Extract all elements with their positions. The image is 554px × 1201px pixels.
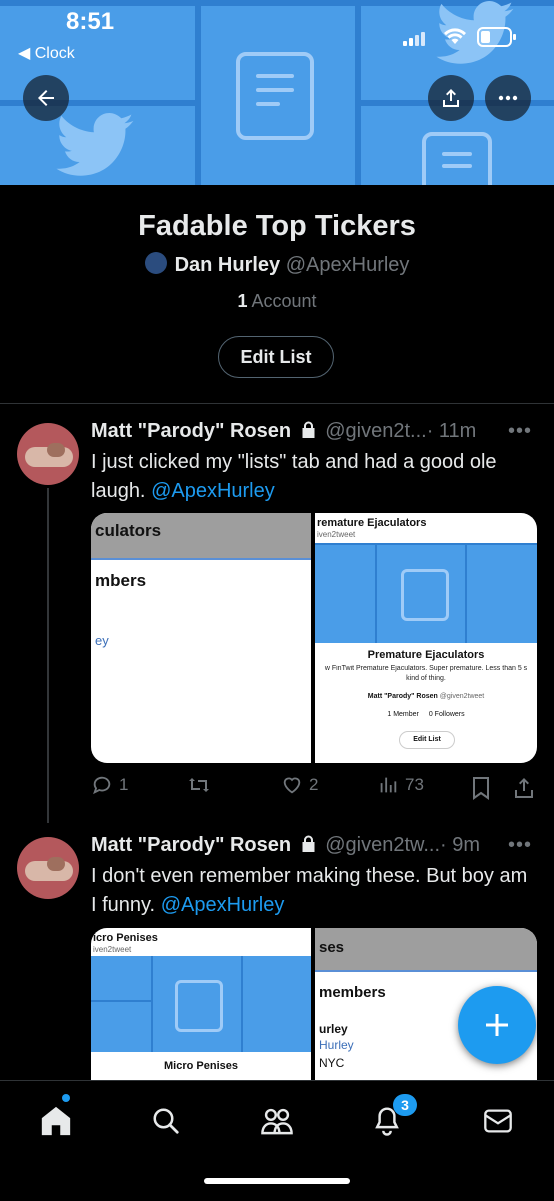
banner-doc-icon [236, 52, 314, 140]
tweet-header: Matt "Parody" Rosen @given2tw...· 9m [91, 834, 480, 857]
member-count[interactable]: 1 Account [0, 291, 554, 312]
back-to-app-link[interactable]: ◀ Clock [18, 43, 75, 63]
tweet-author-handle[interactable]: @given2t... [325, 420, 426, 442]
notifications-badge: 3 [393, 1094, 417, 1116]
divider [0, 403, 554, 404]
tweet-avatar[interactable] [17, 837, 79, 899]
views-button[interactable]: 73 [377, 774, 424, 796]
back-button[interactable] [23, 75, 69, 121]
media-right-desc: w FinTwit Premature Ejaculators. Super p… [324, 665, 528, 672]
banner-bird-icon-2 [56, 113, 134, 176]
owner-handle: @ApexHurley [285, 254, 410, 276]
tweet-mention[interactable]: @ApexHurley [161, 894, 285, 916]
battery-icon [477, 27, 516, 47]
like-count: 2 [309, 775, 319, 794]
repost-button[interactable] [187, 774, 217, 796]
media-right-list-name: Premature Ejaculators [367, 649, 485, 661]
member-count-label: Account [251, 291, 317, 311]
media2-left-header-sub: iven2tweet [93, 945, 132, 954]
media-left-sub: mbers [95, 571, 147, 590]
tweet-header: Matt "Parody" Rosen @given2t...· 11m [91, 420, 476, 443]
reply-button[interactable]: 1 [91, 774, 128, 796]
media2-left-header: icro Penises [93, 932, 158, 944]
home-indicator [204, 1178, 350, 1184]
media-right-members: 1 Member [387, 711, 419, 718]
share-icon [443, 89, 459, 107]
like-button[interactable]: 2 [281, 774, 318, 796]
media2-right-l2: Hurley [319, 1038, 354, 1052]
media-right-owner-handle: @given2tweet [439, 693, 485, 700]
tab-communities[interactable] [257, 1101, 297, 1141]
edit-list-button[interactable]: Edit List [218, 336, 334, 378]
compose-button[interactable] [458, 986, 536, 1064]
reply-icon [93, 776, 111, 795]
tab-messages[interactable] [478, 1101, 518, 1141]
views-count: 73 [405, 775, 424, 794]
media-image-right[interactable]: remature Ejaculators iven2tweet Prematur… [315, 513, 537, 763]
media-right-followers: 0 Followers [428, 711, 465, 718]
plus-icon [486, 1014, 508, 1036]
tweet-time[interactable]: · 9m [440, 834, 480, 856]
bookmark-icon[interactable] [471, 776, 491, 800]
home-icon [41, 1106, 71, 1136]
banner-doc-icon-small [422, 132, 492, 185]
signal-icon [403, 32, 425, 46]
media-right-desc2: kind of thing. [406, 675, 446, 682]
tweet-text: I just clicked my "lists" tab and had a … [91, 448, 531, 506]
search-icon [153, 1108, 179, 1134]
mail-icon [484, 1109, 512, 1133]
share-tweet-icon[interactable] [513, 776, 535, 800]
tweet-author-name[interactable]: Matt "Parody" Rosen [91, 834, 291, 856]
tweet-more-icon[interactable]: ••• [508, 834, 532, 857]
tweet-avatar[interactable] [17, 423, 79, 485]
list-owner[interactable]: Dan Hurley @ApexHurley [0, 252, 554, 277]
repost-icon [189, 778, 209, 792]
ellipsis-icon [498, 95, 518, 101]
tweet-more-icon[interactable]: ••• [508, 420, 532, 443]
media-right-header-sub: iven2tweet [317, 530, 356, 539]
arrow-left-icon [38, 90, 54, 106]
tweet-author-handle[interactable]: @given2tw... [325, 834, 440, 856]
tweet-text: I don't even remember making these. But … [91, 862, 531, 920]
wifi-icon [444, 28, 466, 44]
list-banner: 8:51 ◀ Clock [0, 0, 554, 185]
communities-icon [261, 1108, 293, 1135]
media2-right-sub: members [319, 984, 386, 1001]
tweet-time[interactable]: · 11m [427, 420, 477, 442]
media-image-left[interactable]: icro Penises iven2tweet Micro Penises [91, 928, 311, 1080]
media2-left-list-name: Micro Penises [164, 1060, 238, 1072]
more-options-button[interactable] [485, 75, 531, 121]
media-left-tail: ey [95, 633, 109, 648]
media2-right-header: ses [319, 939, 345, 956]
owner-avatar [144, 252, 167, 274]
media-right-edit-button: Edit List [399, 731, 455, 749]
tweet-author-name[interactable]: Matt "Parody" Rosen [91, 420, 291, 442]
home-new-dot [62, 1094, 70, 1102]
tweet-mention[interactable]: @ApexHurley [151, 480, 275, 502]
media-right-header: remature Ejaculators [317, 517, 427, 529]
member-count-number: 1 [237, 291, 248, 311]
media-image-left[interactable]: culators mbers ey [91, 513, 311, 763]
media2-right-l3: NYC [319, 1056, 345, 1070]
media-left-title: culators [95, 521, 162, 540]
media-right-owner: Matt "Parody" Rosen [367, 693, 438, 700]
thread-line [47, 488, 49, 823]
tab-search[interactable] [146, 1101, 186, 1141]
tweet-media[interactable]: culators mbers ey remature Ejaculators i… [91, 513, 537, 763]
lock-icon [302, 835, 315, 852]
tweet-body: I don't even remember making these. But … [91, 865, 528, 916]
views-icon [380, 777, 397, 793]
owner-name: Dan Hurley [174, 254, 281, 276]
heart-icon [283, 777, 301, 794]
tab-home[interactable] [36, 1101, 76, 1141]
share-button[interactable] [428, 75, 474, 121]
lock-icon [302, 421, 315, 438]
reply-count: 1 [119, 775, 129, 794]
media2-right-l1: urley [319, 1022, 348, 1036]
status-time: 8:51 [66, 8, 115, 35]
list-title: Fadable Top Tickers [138, 210, 416, 242]
tweet-actions: 1 2 73 [91, 774, 537, 804]
